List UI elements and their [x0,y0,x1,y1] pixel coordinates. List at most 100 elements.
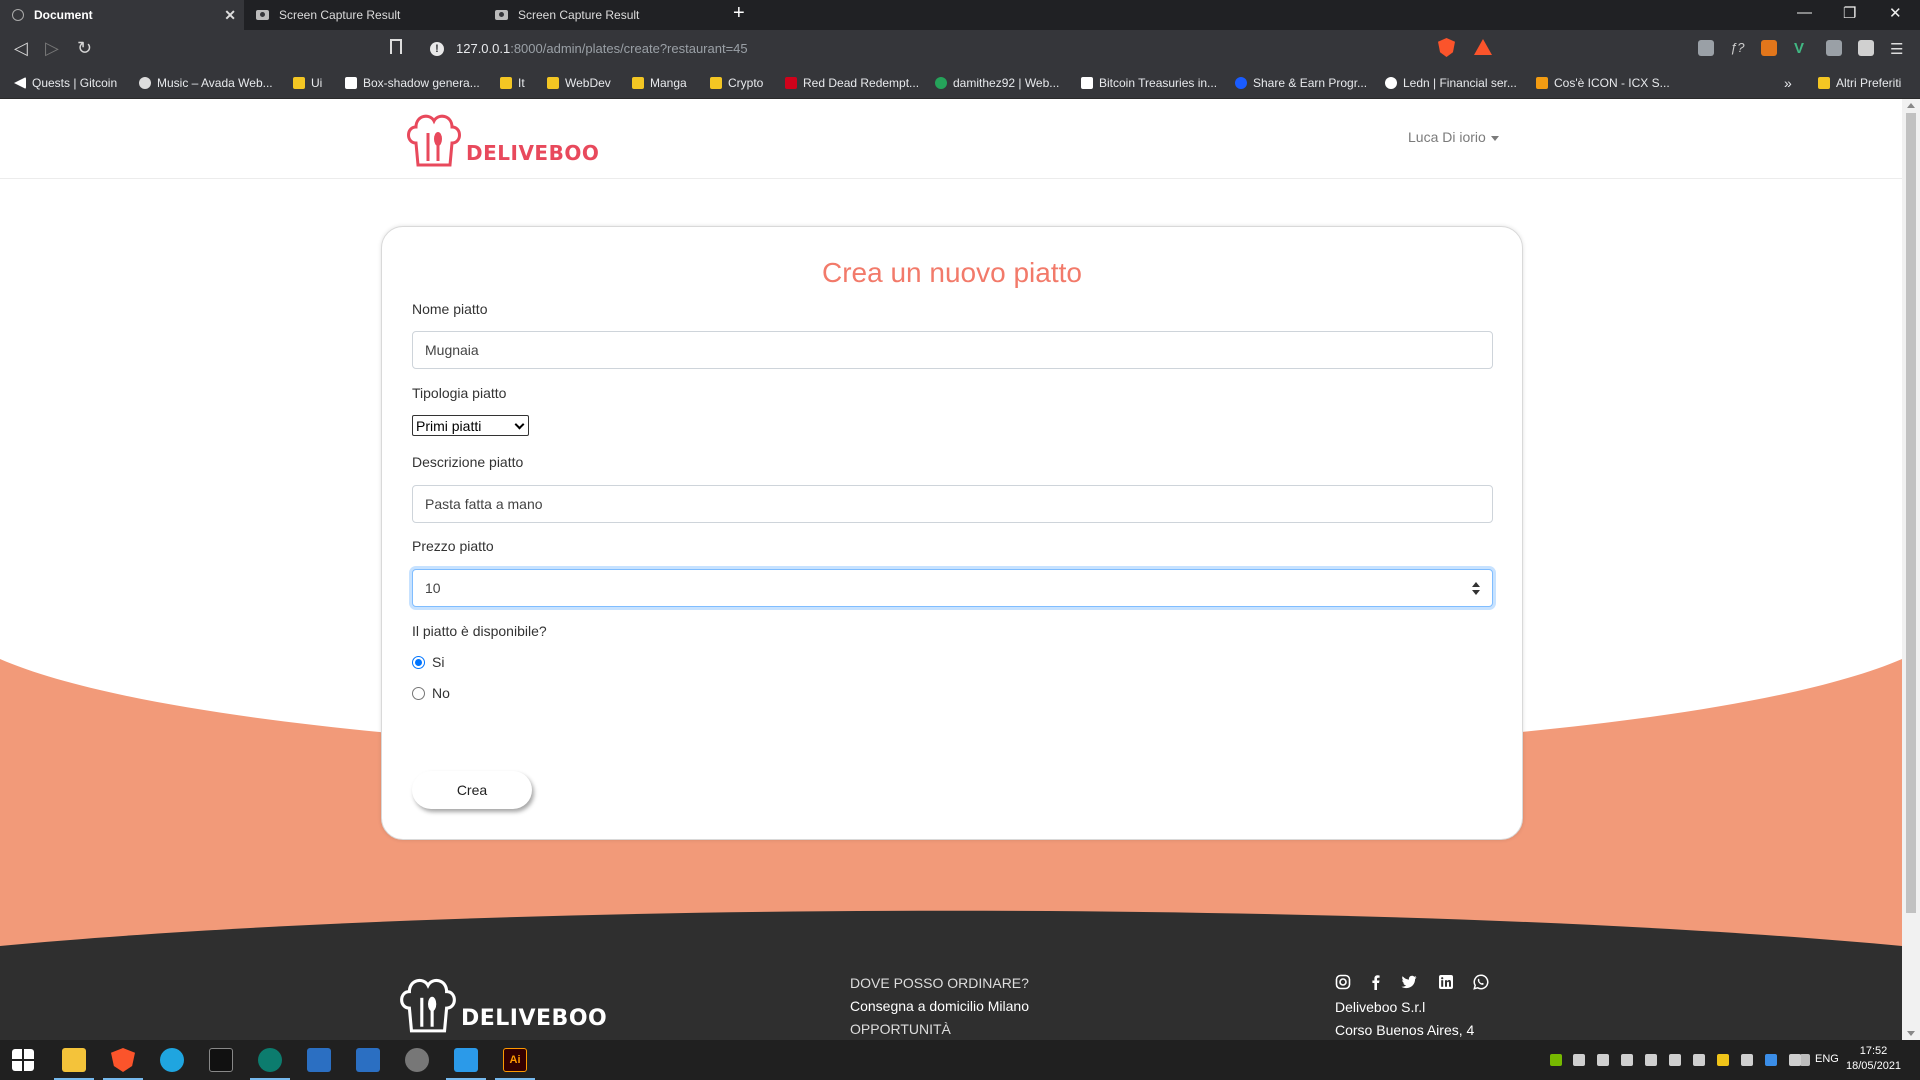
linkedin-icon[interactable] [1438,974,1454,990]
powershell-icon[interactable] [356,1048,380,1072]
bookmark-folder[interactable]: Crypto [710,67,763,99]
forward-icon[interactable]: ▷ [45,38,59,58]
camera-extension-icon[interactable] [1826,40,1842,56]
printer-tray-icon[interactable] [1741,1054,1753,1066]
windows-start-icon[interactable] [12,1049,34,1071]
formula-extension-icon[interactable]: ƒ? [1730,40,1746,56]
bookmark-label: Share & Earn Progr... [1253,76,1368,90]
battery-tray-icon[interactable] [1693,1054,1705,1066]
brave-shield-icon[interactable] [1438,38,1455,57]
language-indicator[interactable]: ENG [1815,1053,1839,1065]
bookmark-label: WebDev [565,76,611,90]
gitkraken-icon[interactable] [258,1048,282,1072]
clock-date: 18/05/2021 [1846,1060,1902,1072]
url-path: :8000/admin/plates/create?restaurant=45 [510,41,748,56]
instagram-icon[interactable] [1335,974,1351,990]
bluetooth-tray-icon[interactable] [1765,1054,1777,1066]
terminal-icon[interactable] [209,1048,233,1072]
bookmark-item[interactable]: Bitcoin Treasuries in... [1081,67,1217,99]
discord-tray-icon[interactable] [1573,1054,1585,1066]
close-window-icon[interactable]: ✕ [1889,4,1902,22]
footer-link-opportunities[interactable]: OPPORTUNITÀ [850,1021,951,1037]
address-bar[interactable]: ! 127.0.0.1:8000/admin/plates/create?res… [420,35,1430,62]
tab-screen-capture-1[interactable]: Screen Capture Result [244,0,483,30]
volume-icon[interactable] [1800,1054,1810,1066]
metamask-icon[interactable] [1761,40,1777,56]
nvidia-tray-icon[interactable] [1550,1054,1562,1066]
puzzle-icon[interactable] [1858,40,1874,56]
box-shadow-icon [345,77,357,89]
tab-title: Screen Capture Result [279,8,401,22]
extension-icon[interactable] [1698,40,1714,56]
bookmark-label: Bitcoin Treasuries in... [1099,76,1218,90]
illustrator-icon[interactable]: Ai [503,1048,527,1072]
url-text[interactable]: 127.0.0.1:8000/admin/plates/create?resta… [456,41,748,56]
display-tray-icon[interactable] [1597,1054,1609,1066]
scrollbar-thumb[interactable] [1906,113,1916,913]
security-tray-icon[interactable] [1669,1054,1681,1066]
bookmark-label: Ui [311,76,323,90]
reload-icon[interactable]: ↻ [77,38,92,58]
more-bookmarks-button[interactable]: » [1784,67,1792,99]
bookmark-item[interactable]: Box-shadow genera... [345,67,480,99]
bookmark-item[interactable]: damithez92 | Web... [935,67,1059,99]
back-icon[interactable]: ◁ [14,38,28,58]
whatsapp-icon[interactable] [1473,974,1489,990]
footer-logo[interactable]: DELIVEBOO [397,973,607,1035]
edge-icon[interactable] [160,1048,184,1072]
bookmark-item[interactable]: Cos'è ICON - ICX S... [1536,67,1670,99]
bookmark-label: Box-shadow genera... [363,76,480,90]
bookmark-item[interactable]: Share & Earn Progr... [1235,67,1367,99]
bookmark-item[interactable]: Red Dead Redempt... [785,67,919,99]
file-explorer-icon[interactable] [62,1048,86,1072]
rdr-icon [785,77,797,89]
new-tab-button[interactable]: + [733,2,745,25]
bookmark-item[interactable]: Ledn | Financial ser... [1385,67,1517,99]
bookmark-folder[interactable]: Ui [293,67,322,99]
bookmark-folder[interactable]: WebDev [547,67,611,99]
chevron-right-icon: » [1784,75,1792,91]
bookmark-folder[interactable]: Manga [632,67,687,99]
bookmark-folder[interactable]: It [500,67,525,99]
tab-document[interactable]: Document ✕ [0,0,244,30]
menu-icon[interactable]: ☰ [1890,40,1906,58]
windows-taskbar: Ai ENG 17:52 18/05/2021 [0,1040,1920,1080]
browser-toolbar: ◁ ▷ ↻ ! 127.0.0.1:8000/admin/plates/crea… [0,30,1920,67]
minimize-icon[interactable]: — [1797,4,1812,21]
company-name: Deliveboo S.r.l [1335,999,1426,1015]
site-footer: DELIVEBOO DOVE POSSO ORDINARE? Consegna … [0,99,1902,1040]
taskbar-clock[interactable]: 17:52 18/05/2021 [1846,1044,1901,1074]
twitter-icon[interactable] [1401,974,1417,990]
bookmark-label: Manga [650,76,687,90]
powershell-icon[interactable] [307,1048,331,1072]
brave-rewards-icon[interactable] [1474,39,1492,55]
bookmark-item[interactable]: Quests | Gitcoin [14,67,117,99]
scroll-down-icon[interactable] [1907,1031,1915,1036]
other-bookmarks-folder[interactable]: Altri Preferiti [1818,67,1901,99]
page-scrollbar[interactable] [1902,99,1920,1040]
network-share-tray-icon[interactable] [1621,1054,1633,1066]
restore-icon[interactable]: ❐ [1843,4,1856,22]
vue-devtools-icon[interactable]: V [1794,40,1810,57]
info-icon[interactable]: ! [430,41,444,56]
icon-icx-icon [1536,77,1548,89]
footer-link-milano[interactable]: Consegna a domicilio Milano [850,998,1029,1014]
tab-screen-capture-2[interactable]: Screen Capture Result [483,0,722,30]
bookmark-label: damithez92 | Web... [953,76,1060,90]
close-tab-icon[interactable]: ✕ [224,7,236,24]
settings-tray-icon[interactable] [1645,1054,1657,1066]
folder-icon [1818,77,1830,89]
footer-link-where[interactable]: DOVE POSSO ORDINARE? [850,975,1029,991]
avada-icon [139,77,151,89]
bookmark-item[interactable]: Music – Avada Web... [139,67,273,99]
bookmark-icon[interactable] [390,39,402,54]
brave-browser-icon[interactable] [111,1048,135,1072]
vscode-icon[interactable] [454,1048,478,1072]
github-desktop-icon[interactable] [405,1048,429,1072]
gitcoin-icon [14,77,26,89]
storage-tray-icon[interactable] [1717,1054,1729,1066]
url-host: 127.0.0.1 [456,41,511,56]
bookmarks-bar: Quests | Gitcoin Music – Avada Web... Ui… [0,67,1920,99]
facebook-icon[interactable] [1368,974,1384,990]
scroll-up-icon[interactable] [1907,103,1915,108]
